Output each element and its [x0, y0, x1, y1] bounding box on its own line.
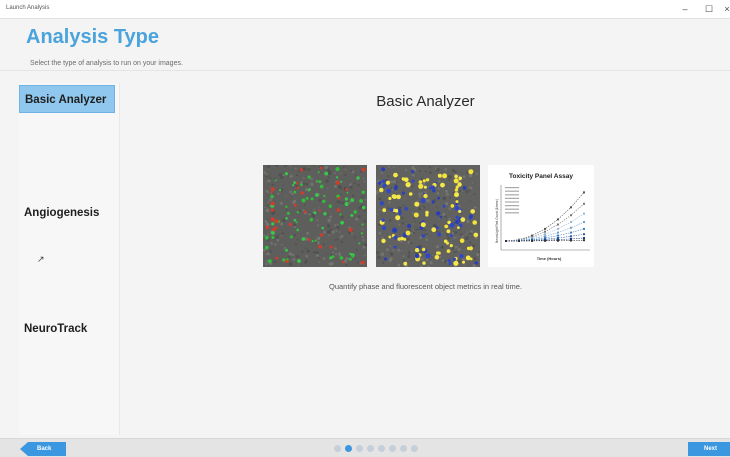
page-dot[interactable]	[411, 445, 418, 452]
chart-legend-entry	[505, 187, 519, 189]
analysis-detail-panel: Basic Analyzer Toxicity Panel Assay Time…	[121, 83, 730, 435]
launch-analysis-window: Launch Analysis – ☐ × Analysis Type Sele…	[0, 0, 730, 457]
sidebar-item-basic-analyzer[interactable]: Basic Analyzer	[19, 85, 115, 113]
chart-x-axis-label: Time (Hours)	[537, 256, 562, 261]
page-dot[interactable]	[367, 445, 374, 452]
wizard-footer: Back Next	[0, 438, 730, 457]
analysis-description: Quantify phase and fluorescent object me…	[328, 282, 522, 291]
back-button[interactable]: Back	[20, 442, 66, 456]
mouse-cursor-icon: ↗	[37, 254, 45, 264]
sidebar-item-neurotrack[interactable]: NeuroTrack	[19, 315, 115, 343]
chart-legend-entry	[505, 201, 519, 203]
page-subtitle: Select the type of analysis to run on yo…	[30, 60, 183, 67]
chart-y-axis-label: NeuroLight Red Count (1/mm²)	[495, 199, 499, 243]
chart-legend-entry	[505, 205, 519, 207]
page-dot[interactable]	[378, 445, 385, 452]
analysis-type-list: Basic Analyzer Angiogenesis NeuroTrack	[19, 83, 120, 435]
toxicity-chart-thumbnail: Toxicity Panel Assay Time (Hours) NeuroL…	[488, 165, 594, 267]
next-button[interactable]: Next	[688, 442, 730, 456]
chart-title: Toxicity Panel Assay	[509, 173, 573, 180]
chart-legend-entry	[505, 208, 519, 210]
sidebar-divider	[119, 83, 120, 435]
minimize-icon[interactable]: –	[678, 3, 692, 16]
title-bar: Launch Analysis – ☐ ×	[0, 0, 730, 19]
page-dot[interactable]	[400, 445, 407, 452]
page-title: Analysis Type	[26, 26, 160, 48]
sidebar-item-angiogenesis[interactable]: Angiogenesis	[19, 199, 115, 227]
page-header: Analysis Type Select the type of analysi…	[0, 19, 730, 71]
page-dot[interactable]	[345, 445, 352, 452]
page-dot[interactable]	[389, 445, 396, 452]
maximize-icon[interactable]: ☐	[702, 3, 716, 16]
chart-legend-entry	[505, 212, 519, 214]
analysis-title: Basic Analyzer	[376, 93, 475, 110]
close-icon[interactable]: ×	[720, 3, 730, 16]
chart-legend-entry	[505, 190, 519, 192]
phase-fluorescence-micrograph	[263, 165, 367, 267]
chart-legend-entry	[505, 194, 519, 196]
page-dot[interactable]	[334, 445, 341, 452]
page-dot[interactable]	[356, 445, 363, 452]
window-title: Launch Analysis	[6, 5, 50, 11]
segmentation-mask-micrograph	[376, 165, 480, 267]
chart-legend-entry	[505, 197, 519, 199]
